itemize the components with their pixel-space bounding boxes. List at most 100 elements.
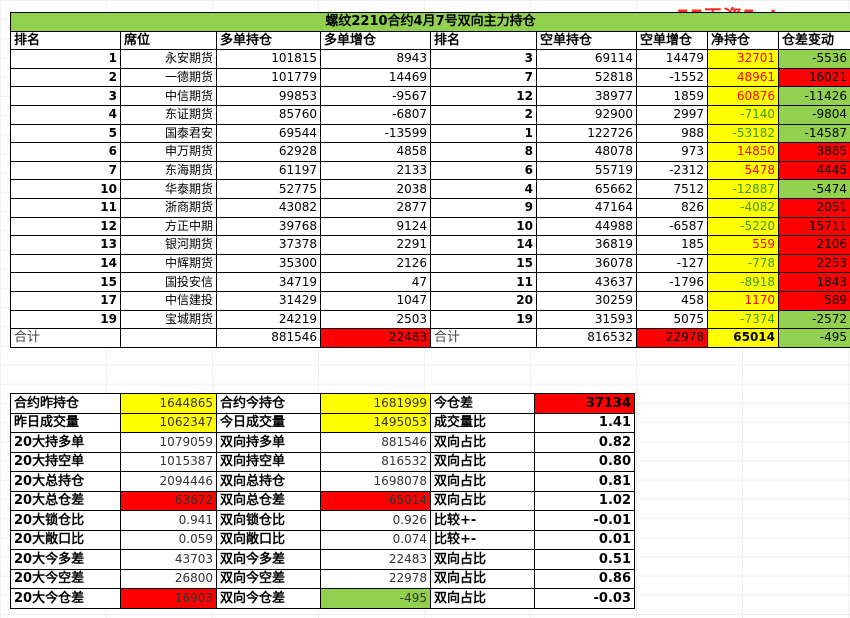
top20-value-cell[interactable]: 2094446 <box>120 471 217 492</box>
ratio-value-cell[interactable]: 0.82 <box>534 432 635 453</box>
top20-label-cell[interactable]: 20大今空差 <box>10 568 121 589</box>
ratio-label-cell[interactable]: 比较+- <box>430 529 535 550</box>
broker-cell[interactable]: 东海期货 <box>120 160 217 181</box>
total-label[interactable]: 合计 <box>430 328 537 348</box>
bidirectional-value-cell[interactable]: 816532 <box>320 451 431 472</box>
position-diff-cell[interactable]: 15711 <box>777 216 850 237</box>
short-change-cell[interactable]: -1552 <box>636 67 708 88</box>
net-position-cell[interactable]: 559 <box>707 235 779 255</box>
long-position-cell[interactable]: 35300 <box>216 253 321 274</box>
total-short-cell[interactable]: 816532 <box>536 328 637 348</box>
rank-cell[interactable]: 10 <box>10 179 121 199</box>
position-diff-cell[interactable]: 2051 <box>777 197 850 218</box>
short-position-cell[interactable]: 30259 <box>536 290 637 311</box>
bidirectional-value-cell[interactable]: 22483 <box>320 549 431 570</box>
long-position-cell[interactable]: 52775 <box>216 179 321 199</box>
broker-cell[interactable]: 方正中期 <box>120 216 217 237</box>
bidirectional-label-cell[interactable]: 双向敞口比 <box>216 529 321 550</box>
short-change-cell[interactable]: 458 <box>636 290 708 311</box>
bidirectional-label-cell[interactable]: 双向持多单 <box>216 432 321 453</box>
long-position-cell[interactable]: 99853 <box>216 86 321 106</box>
bidirectional-label-cell[interactable]: 双向持空单 <box>216 451 321 472</box>
ratio-value-cell[interactable]: 0.81 <box>534 471 635 492</box>
short-rank-cell[interactable]: 3 <box>430 49 537 69</box>
header-cell[interactable]: 多单持仓 <box>216 30 321 51</box>
short-position-cell[interactable]: 122726 <box>536 123 637 144</box>
bidirectional-value-cell[interactable]: -495 <box>320 588 431 609</box>
short-rank-cell[interactable]: 9 <box>430 197 537 218</box>
ratio-label-cell[interactable]: 今仓差 <box>430 393 535 414</box>
long-position-cell[interactable]: 85760 <box>216 104 321 125</box>
ratio-label-cell[interactable]: 双向占比 <box>430 451 535 472</box>
short-position-cell[interactable]: 52818 <box>536 67 637 88</box>
broker-cell[interactable]: 国投安信 <box>120 272 217 292</box>
short-rank-cell[interactable]: 14 <box>430 235 537 255</box>
rank-cell[interactable]: 5 <box>10 123 121 144</box>
broker-cell[interactable]: 中辉期货 <box>120 253 217 274</box>
ratio-value-cell[interactable]: 0.86 <box>534 568 635 589</box>
position-diff-cell[interactable]: -5536 <box>777 49 850 69</box>
long-position-cell[interactable]: 39768 <box>216 216 321 237</box>
ratio-label-cell[interactable]: 双向占比 <box>430 568 535 589</box>
top20-label-cell[interactable]: 昨日成交量 <box>10 412 121 433</box>
net-position-cell[interactable]: -8918 <box>707 272 779 292</box>
long-change-cell[interactable]: 1047 <box>320 290 431 311</box>
short-rank-cell[interactable]: 6 <box>430 160 537 181</box>
header-cell[interactable]: 空单持仓 <box>536 30 637 51</box>
header-cell[interactable]: 净持仓 <box>707 30 779 51</box>
broker-cell[interactable]: 浙商期货 <box>120 197 217 218</box>
rank-cell[interactable]: 2 <box>10 67 121 88</box>
net-position-cell[interactable]: 32701 <box>707 49 779 69</box>
position-diff-cell[interactable]: 589 <box>777 290 850 311</box>
top20-label-cell[interactable]: 合约昨持仓 <box>10 393 121 414</box>
ratio-value-cell[interactable]: -0.01 <box>534 510 635 531</box>
broker-cell[interactable]: 中信期货 <box>120 86 217 106</box>
short-position-cell[interactable]: 36819 <box>536 235 637 255</box>
position-diff-cell[interactable]: -11426 <box>777 86 850 106</box>
bidirectional-value-cell[interactable]: 65014 <box>320 490 431 511</box>
net-position-cell[interactable]: -12887 <box>707 179 779 199</box>
top20-value-cell[interactable]: 0.059 <box>120 529 217 550</box>
short-change-cell[interactable]: 14479 <box>636 49 708 69</box>
broker-cell[interactable]: 银河期货 <box>120 235 217 255</box>
bidirectional-label-cell[interactable]: 双向锁仓比 <box>216 510 321 531</box>
top20-label-cell[interactable]: 20大总仓差 <box>10 490 121 511</box>
short-position-cell[interactable]: 48078 <box>536 142 637 162</box>
net-position-cell[interactable]: -4082 <box>707 197 779 218</box>
top20-label-cell[interactable]: 20大今多差 <box>10 549 121 570</box>
position-diff-cell[interactable]: 4445 <box>777 160 850 181</box>
ratio-value-cell[interactable]: 0.80 <box>534 451 635 472</box>
position-diff-cell[interactable]: 2106 <box>777 235 850 255</box>
bidirectional-label-cell[interactable]: 双向总仓差 <box>216 490 321 511</box>
ratio-label-cell[interactable]: 成交量比 <box>430 412 535 433</box>
broker-cell[interactable]: 华泰期货 <box>120 179 217 199</box>
short-change-cell[interactable]: 973 <box>636 142 708 162</box>
long-change-cell[interactable]: 4858 <box>320 142 431 162</box>
long-position-cell[interactable]: 62928 <box>216 142 321 162</box>
broker-cell[interactable]: 国泰君安 <box>120 123 217 144</box>
net-position-cell[interactable]: 48961 <box>707 67 779 88</box>
short-change-cell[interactable]: 5075 <box>636 309 708 330</box>
short-change-cell[interactable]: 185 <box>636 235 708 255</box>
long-change-cell[interactable]: 2877 <box>320 197 431 218</box>
long-position-cell[interactable]: 37378 <box>216 235 321 255</box>
position-diff-cell[interactable]: 16021 <box>777 67 850 88</box>
total-net-cell[interactable]: 65014 <box>707 328 779 348</box>
short-change-cell[interactable]: 1859 <box>636 86 708 106</box>
long-position-cell[interactable]: 101779 <box>216 67 321 88</box>
short-position-cell[interactable]: 69114 <box>536 49 637 69</box>
short-position-cell[interactable]: 65662 <box>536 179 637 199</box>
header-cell[interactable]: 席位 <box>120 30 217 51</box>
ratio-label-cell[interactable]: 双向占比 <box>430 471 535 492</box>
short-change-cell[interactable]: -2312 <box>636 160 708 181</box>
broker-cell[interactable]: 东证期货 <box>120 104 217 125</box>
long-position-cell[interactable]: 31429 <box>216 290 321 311</box>
short-rank-cell[interactable]: 8 <box>430 142 537 162</box>
position-diff-cell[interactable]: -5474 <box>777 179 850 199</box>
long-position-cell[interactable]: 24219 <box>216 309 321 330</box>
bidirectional-label-cell[interactable]: 双向今空差 <box>216 568 321 589</box>
bidirectional-value-cell[interactable]: 1495053 <box>320 412 431 433</box>
top20-label-cell[interactable]: 20大敞口比 <box>10 529 121 550</box>
bidirectional-label-cell[interactable]: 双向今多差 <box>216 549 321 570</box>
header-cell[interactable]: 排名 <box>10 30 121 51</box>
